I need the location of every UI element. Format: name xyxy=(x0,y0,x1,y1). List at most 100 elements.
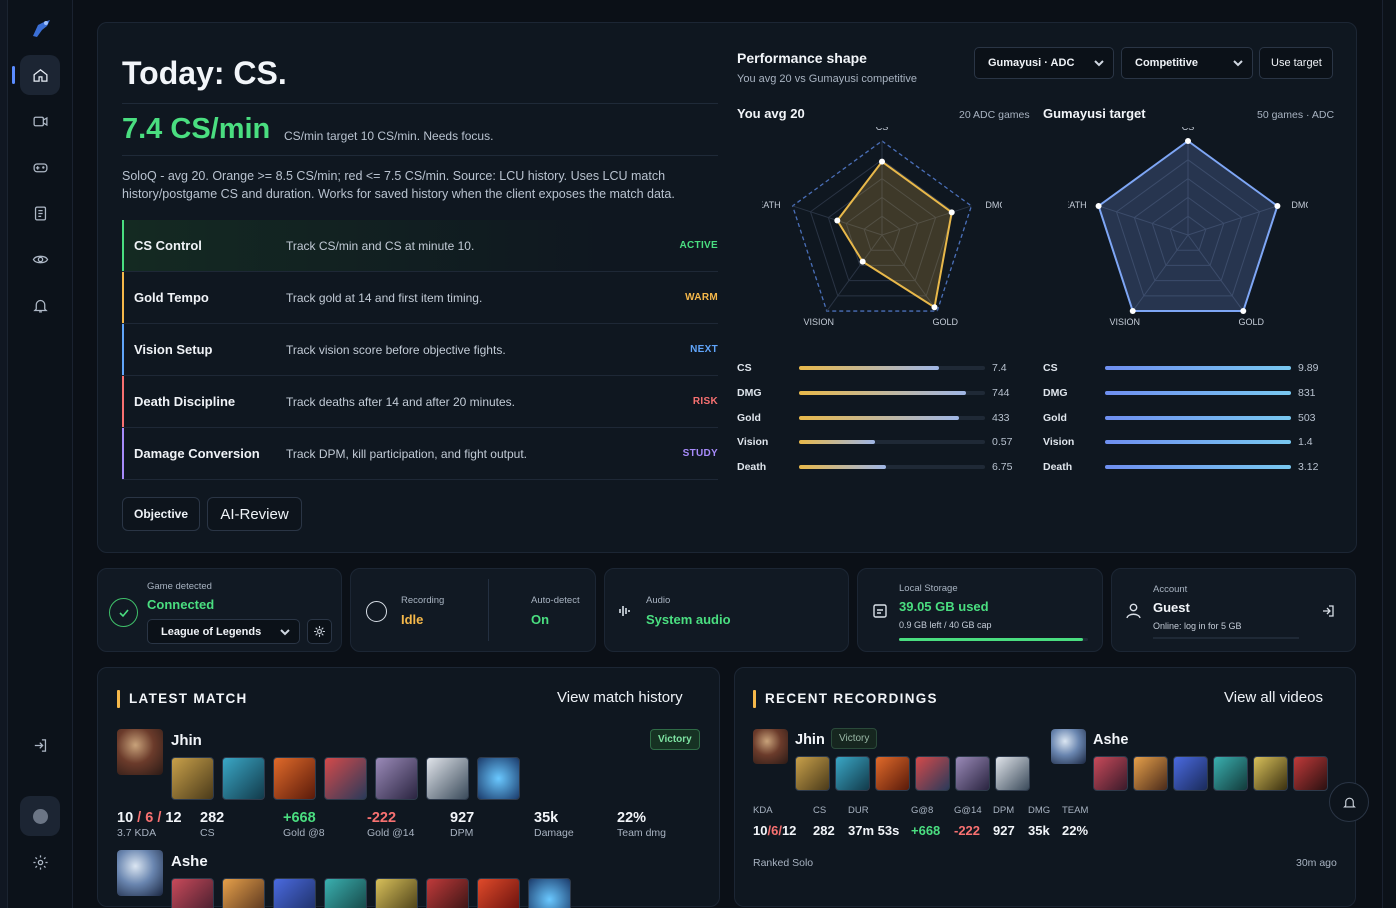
item-icon xyxy=(477,878,520,908)
focus-row-death-discipline[interactable]: Death Discipline Track deaths after 14 a… xyxy=(122,376,718,428)
audio-wave-icon xyxy=(619,606,630,616)
autodetect-label: Auto-detect xyxy=(531,595,580,606)
audio-value[interactable]: System audio xyxy=(646,612,731,627)
stat-fill xyxy=(1105,465,1291,470)
stat-label: Vision xyxy=(1043,436,1075,449)
mode-select-value: Competitive xyxy=(1135,57,1198,69)
gear-icon xyxy=(314,626,325,637)
stat-value: 433 xyxy=(992,411,1010,424)
item-icon xyxy=(171,878,214,908)
kda-value: 10 / 6 / 12 xyxy=(117,810,182,826)
objective-button[interactable]: Objective xyxy=(122,497,200,531)
radar-point xyxy=(859,258,866,265)
radar-axis-label: EATH xyxy=(1068,200,1087,210)
focus-row-accent xyxy=(122,324,124,375)
stat-fill xyxy=(1105,391,1291,396)
radar-axis-label: CS xyxy=(876,127,889,132)
player-select[interactable]: Gumayusi · ADC xyxy=(974,47,1114,79)
rec-duration: 37m 53s xyxy=(848,823,900,838)
focus-tag: ACTIVE xyxy=(679,240,718,251)
radar-axis-label: VISION xyxy=(1109,317,1140,327)
recording-value: Idle xyxy=(401,612,424,627)
stat-fill xyxy=(1105,415,1291,420)
recording-champion-name: Ashe xyxy=(1093,732,1129,748)
notifications-fab[interactable] xyxy=(1329,782,1369,822)
focus-row-cs-control[interactable]: CS Control Track CS/min and CS at minute… xyxy=(122,220,718,272)
radar-point xyxy=(931,304,938,311)
item-icon xyxy=(222,757,265,800)
assists: 12 xyxy=(781,823,797,838)
storage-value: 39.05 GB used xyxy=(899,599,989,614)
dpm-sub: DPM xyxy=(450,827,474,839)
latest-match-panel: LATEST MATCH View match history Jhin Vic… xyxy=(97,667,720,908)
stat-track xyxy=(1105,440,1291,445)
focus-text: Track vision score before objective figh… xyxy=(286,342,506,357)
focus-name: CS Control xyxy=(134,238,202,253)
cs-sub: CS xyxy=(200,827,215,839)
rec-team: 22% xyxy=(1062,823,1089,838)
sidebar-item-games[interactable] xyxy=(20,147,60,187)
sidebar-item-record-status[interactable] xyxy=(20,796,60,836)
gold8-value: +668 xyxy=(283,810,316,826)
item-icon xyxy=(1253,756,1288,791)
view-match-history-link[interactable]: View match history xyxy=(557,689,683,706)
login-icon[interactable] xyxy=(1321,604,1335,618)
use-target-button[interactable]: Use target xyxy=(1259,47,1333,79)
stat-value: 503 xyxy=(1298,411,1316,424)
focus-tag: STUDY xyxy=(682,448,718,459)
game-select[interactable]: League of Legends xyxy=(147,619,300,644)
stat-value: 1.4 xyxy=(1298,436,1313,449)
ai-review-button[interactable]: AI-Review xyxy=(207,497,302,531)
home-icon xyxy=(32,68,48,82)
sidebar-item-videos[interactable] xyxy=(20,101,60,141)
col-header: DMG xyxy=(1028,805,1051,816)
item-icon xyxy=(915,756,950,791)
kda-sub: 3.7 KDA xyxy=(117,827,157,839)
item-icon xyxy=(375,757,418,800)
champion-portrait[interactable] xyxy=(753,729,788,764)
radar-shape xyxy=(836,160,953,309)
team-dmg-sub: Team dmg xyxy=(617,827,667,839)
sidebar-item-home[interactable] xyxy=(20,55,60,95)
sidebar-item-settings[interactable] xyxy=(20,842,60,882)
radar-axis-label: GOLD xyxy=(932,317,958,327)
autodetect-value[interactable]: On xyxy=(531,612,549,627)
account-label: Account xyxy=(1153,584,1188,595)
focus-name: Vision Setup xyxy=(134,342,213,357)
item-icon xyxy=(995,756,1030,791)
sidebar-item-login[interactable] xyxy=(20,725,60,765)
champion-portrait[interactable] xyxy=(1051,729,1086,764)
sidebar-item-notifications[interactable] xyxy=(20,285,60,325)
mode-select[interactable]: Competitive xyxy=(1121,47,1253,79)
account-card: Account Guest Online: log in for 5 GB xyxy=(1111,568,1356,652)
rec-damage: 35k xyxy=(1028,823,1050,838)
stat-track xyxy=(799,391,985,396)
eye-icon xyxy=(32,255,48,263)
sidebar-item-review[interactable] xyxy=(20,239,60,279)
item-icon xyxy=(1093,756,1128,791)
damage-sub: Damage xyxy=(534,827,574,839)
radar-axis-label: CS xyxy=(1182,127,1195,132)
focus-row-damage-conversion[interactable]: Damage Conversion Track DPM, kill partic… xyxy=(122,428,718,480)
rec-dpm: 927 xyxy=(993,823,1015,838)
sidebar-item-notes[interactable] xyxy=(20,193,60,233)
stat-value: 744 xyxy=(992,387,1010,400)
game-settings-button[interactable] xyxy=(307,619,332,644)
focus-row-accent xyxy=(122,272,124,323)
record-dot-icon xyxy=(32,808,48,824)
view-all-videos-link[interactable]: View all videos xyxy=(1224,689,1323,706)
focus-row-gold-tempo[interactable]: Gold Tempo Track gold at 14 and first it… xyxy=(122,272,718,324)
stat-fill xyxy=(1105,440,1291,445)
radar-point xyxy=(1129,308,1136,315)
focus-name: Damage Conversion xyxy=(134,446,260,461)
account-value: Guest xyxy=(1153,600,1190,615)
radar-axis-label: VISION xyxy=(803,317,834,327)
window-edge-right xyxy=(1382,0,1396,908)
focus-row-vision-setup[interactable]: Vision Setup Track vision score before o… xyxy=(122,324,718,376)
recording-card: Recording Idle Auto-detect On xyxy=(350,568,596,652)
item-icon xyxy=(324,878,367,908)
audio-card: Audio System audio xyxy=(604,568,849,652)
stat-label: CS xyxy=(1043,362,1058,375)
storage-label: Local Storage xyxy=(899,583,958,594)
rec-g14: -222 xyxy=(954,823,981,838)
